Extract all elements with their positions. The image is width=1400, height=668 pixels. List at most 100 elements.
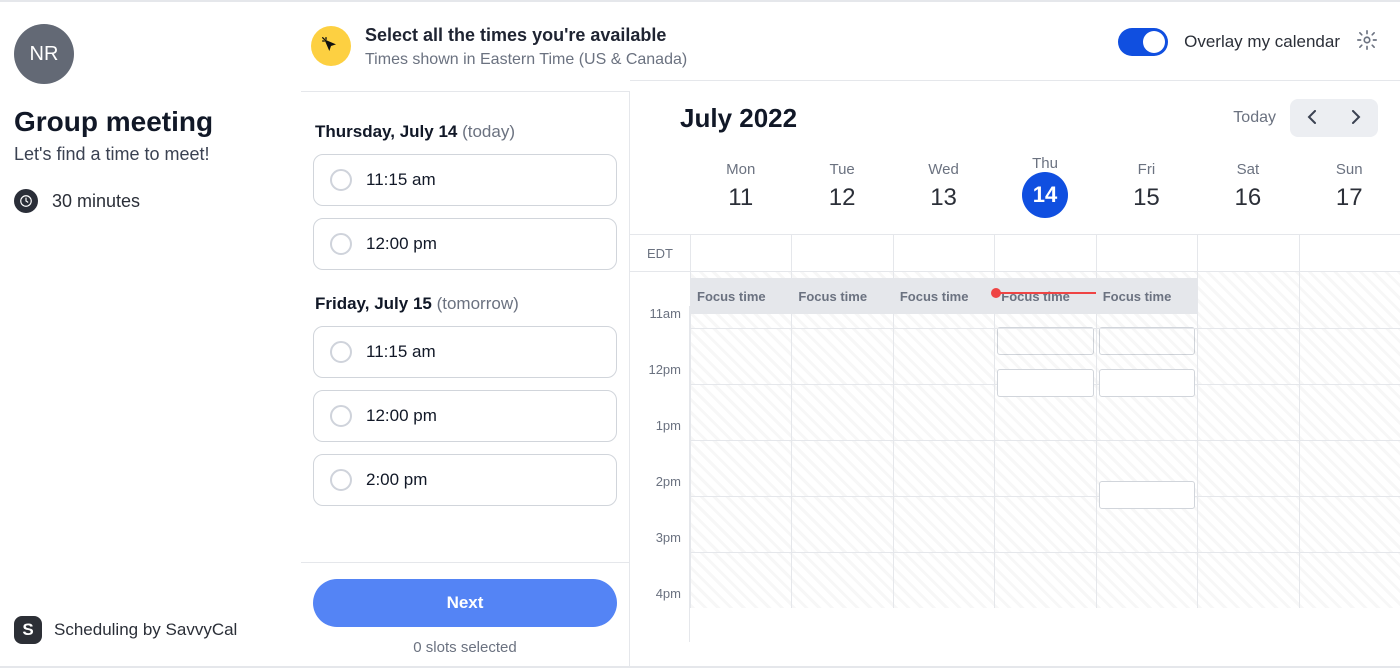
time-slot[interactable]: 2:00 pm bbox=[313, 454, 617, 506]
grid-cell[interactable] bbox=[1299, 440, 1400, 496]
grid-cell[interactable]: Focus time bbox=[893, 272, 994, 328]
grid-cell[interactable] bbox=[791, 552, 892, 608]
radio-icon bbox=[330, 169, 352, 191]
meeting-title: Group meeting bbox=[14, 106, 278, 138]
day-header[interactable]: Mon 11 bbox=[690, 161, 791, 212]
grid-cell[interactable] bbox=[994, 496, 1095, 552]
next-week-button[interactable] bbox=[1334, 99, 1378, 137]
slot-list: Thursday, July 14 (today) 11:15 am 12:00… bbox=[301, 92, 630, 563]
gear-icon[interactable] bbox=[1356, 29, 1378, 56]
timezone-label: EDT bbox=[630, 246, 690, 261]
available-slot[interactable] bbox=[1099, 481, 1195, 509]
grid-cell[interactable]: Focus time bbox=[1096, 272, 1197, 328]
action-bar: Next 0 slots selected bbox=[301, 562, 630, 666]
grid-cell[interactable] bbox=[1299, 328, 1400, 384]
grid-cell[interactable] bbox=[690, 328, 791, 384]
clock-icon bbox=[14, 189, 38, 213]
time-picker-panel: Select all the times you're available Ti… bbox=[300, 2, 630, 666]
sidebar: NR Group meeting Let's find a time to me… bbox=[0, 2, 300, 666]
grid-cell[interactable] bbox=[893, 552, 994, 608]
time-slot[interactable]: 11:15 am bbox=[313, 154, 617, 206]
next-button[interactable]: Next bbox=[313, 579, 617, 627]
available-slot[interactable] bbox=[1099, 369, 1195, 397]
day-header[interactable]: Tue 12 bbox=[791, 161, 892, 212]
slots-selected-label: 0 slots selected bbox=[313, 639, 617, 656]
grid-cell[interactable] bbox=[791, 328, 892, 384]
grid-cell[interactable] bbox=[893, 384, 994, 440]
meeting-description: Let's find a time to meet! bbox=[14, 144, 278, 165]
time-label: 3pm bbox=[630, 530, 690, 586]
radio-icon bbox=[330, 405, 352, 427]
grid-cell[interactable] bbox=[1096, 440, 1197, 496]
radio-icon bbox=[330, 233, 352, 255]
today-button[interactable]: Today bbox=[1233, 109, 1276, 127]
grid-cell[interactable] bbox=[893, 440, 994, 496]
grid-cell[interactable] bbox=[1197, 440, 1298, 496]
week-nav bbox=[1290, 99, 1378, 137]
focus-time-event[interactable]: Focus time bbox=[1097, 278, 1197, 314]
overlay-toggle[interactable] bbox=[1118, 28, 1168, 56]
day-header-today[interactable]: Thu 14 bbox=[994, 155, 1095, 218]
grid-cell[interactable] bbox=[1197, 272, 1298, 328]
grid-cell[interactable] bbox=[690, 552, 791, 608]
current-time-indicator bbox=[995, 292, 1095, 294]
radio-icon bbox=[330, 469, 352, 491]
prev-week-button[interactable] bbox=[1290, 99, 1334, 137]
day-header[interactable]: Sat 16 bbox=[1197, 161, 1298, 212]
duration-label: 30 minutes bbox=[52, 191, 140, 212]
grid-cell[interactable] bbox=[791, 440, 892, 496]
day-header[interactable]: Fri 15 bbox=[1096, 161, 1197, 212]
day-heading: Friday, July 15 (tomorrow) bbox=[315, 294, 617, 314]
month-label: July 2022 bbox=[680, 103, 797, 134]
grid-cell[interactable] bbox=[690, 496, 791, 552]
grid-cell[interactable] bbox=[1299, 384, 1400, 440]
time-label: 2pm bbox=[630, 474, 690, 530]
grid-cell[interactable] bbox=[994, 552, 1095, 608]
calendar-panel: Overlay my calendar July 2022 Today bbox=[630, 2, 1400, 666]
day-header[interactable]: Wed 13 bbox=[893, 161, 994, 212]
grid-cell[interactable]: Focus time bbox=[994, 272, 1095, 328]
footer-label: Scheduling by SavvyCal bbox=[54, 620, 237, 640]
meeting-duration: 30 minutes bbox=[14, 189, 278, 213]
focus-time-event[interactable]: Focus time bbox=[995, 278, 1095, 314]
calendar-topbar: Overlay my calendar bbox=[630, 2, 1400, 81]
grid-cell[interactable] bbox=[1299, 272, 1400, 328]
grid-cell[interactable] bbox=[994, 328, 1095, 384]
time-label: 4pm bbox=[630, 586, 690, 642]
grid-cell[interactable] bbox=[791, 496, 892, 552]
grid-cell[interactable] bbox=[1197, 496, 1298, 552]
slot-time: 11:15 am bbox=[366, 170, 436, 190]
focus-time-event[interactable]: Focus time bbox=[894, 278, 994, 314]
grid-cell[interactable] bbox=[1096, 328, 1197, 384]
slot-time: 2:00 pm bbox=[366, 470, 427, 490]
grid-cell[interactable] bbox=[893, 496, 994, 552]
time-slot[interactable]: 12:00 pm bbox=[313, 218, 617, 270]
footer[interactable]: S Scheduling by SavvyCal bbox=[14, 616, 237, 644]
grid-cell[interactable] bbox=[690, 384, 791, 440]
focus-time-event[interactable]: Focus time bbox=[691, 278, 791, 314]
grid-cell[interactable] bbox=[1197, 328, 1298, 384]
time-slot[interactable]: 12:00 pm bbox=[313, 390, 617, 442]
available-slot[interactable] bbox=[997, 369, 1093, 397]
calendar-grid[interactable]: 11amFocus timeFocus timeFocus timeFocus … bbox=[630, 272, 1400, 666]
day-heading: Thursday, July 14 (today) bbox=[315, 122, 617, 142]
grid-cell[interactable]: Focus time bbox=[791, 272, 892, 328]
week-header: Mon 11 Tue 12 Wed 13 Thu 14 Fri 15 Sat 1… bbox=[630, 141, 1400, 234]
slot-time: 12:00 pm bbox=[366, 406, 437, 426]
grid-cell[interactable] bbox=[1197, 552, 1298, 608]
time-slot[interactable]: 11:15 am bbox=[313, 326, 617, 378]
time-label: 1pm bbox=[630, 418, 690, 474]
focus-time-event[interactable]: Focus time bbox=[792, 278, 892, 314]
grid-cell[interactable]: Focus time bbox=[690, 272, 791, 328]
grid-cell[interactable] bbox=[994, 440, 1095, 496]
grid-cell[interactable] bbox=[791, 384, 892, 440]
day-header[interactable]: Sun 17 bbox=[1299, 161, 1400, 212]
grid-cell[interactable] bbox=[1299, 496, 1400, 552]
grid-cell[interactable] bbox=[1197, 384, 1298, 440]
avatar: NR bbox=[14, 24, 74, 84]
grid-cell[interactable] bbox=[1096, 552, 1197, 608]
grid-cell[interactable] bbox=[1299, 552, 1400, 608]
grid-cell[interactable] bbox=[893, 328, 994, 384]
time-label: 12pm bbox=[630, 362, 690, 418]
grid-cell[interactable] bbox=[690, 440, 791, 496]
